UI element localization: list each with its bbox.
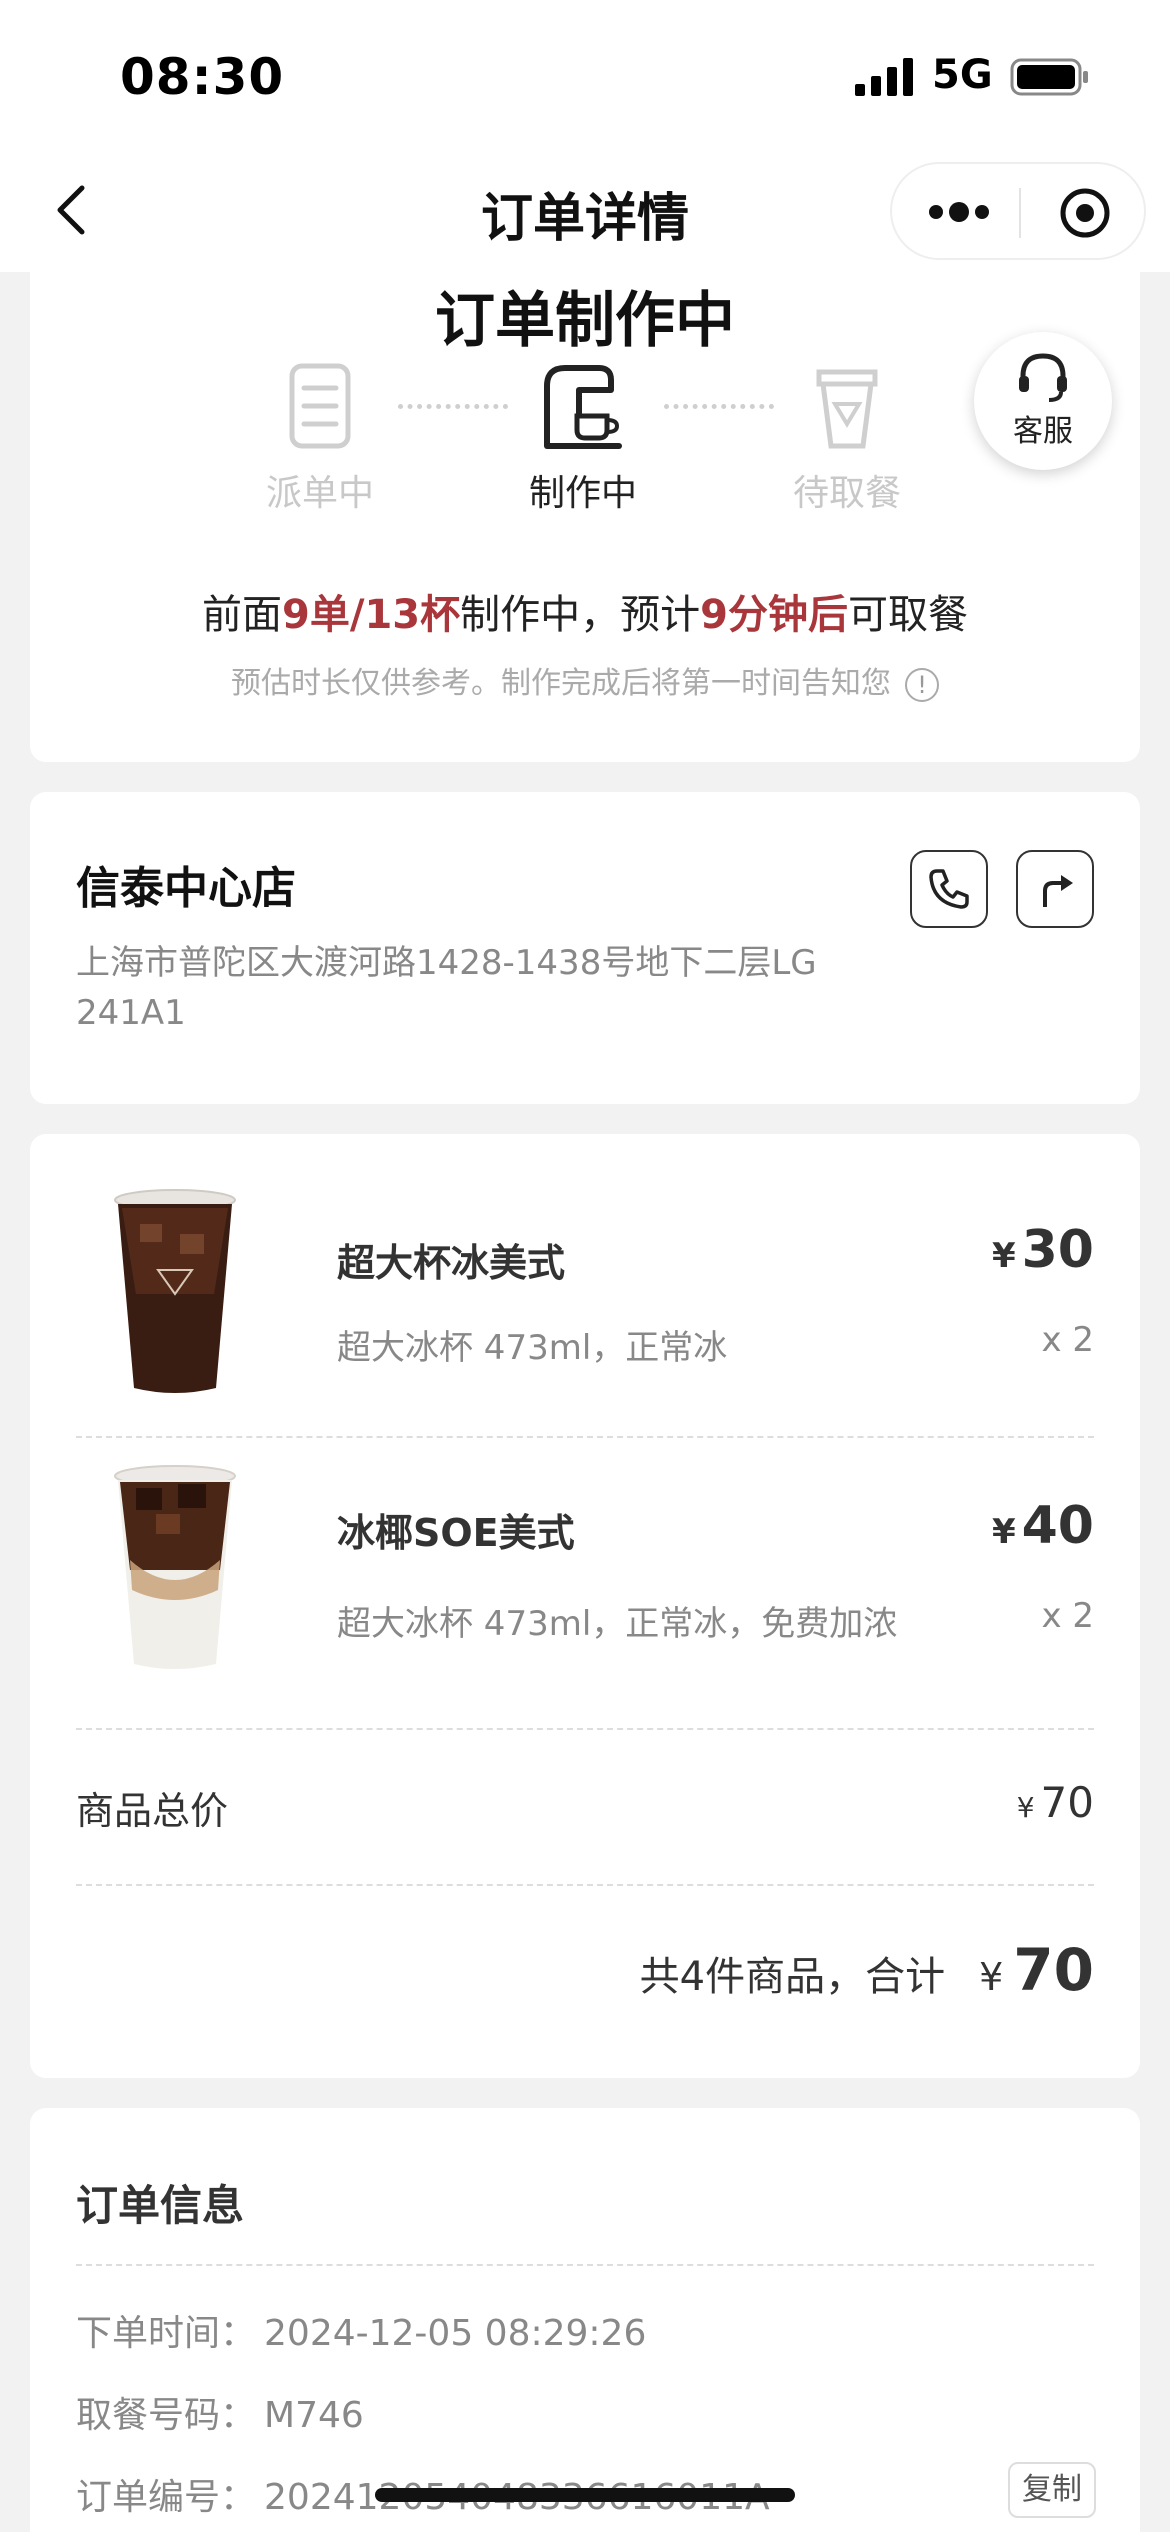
order-status-card: 订单制作中 派单中 制作中 待取餐 客服 前面9单/13杯制作中，预计9分钟后可… (30, 272, 1140, 762)
estimate-hint-text: 预估时长仅供参考。制作完成后将第一时间告知您 (231, 666, 891, 701)
item-currency: ¥ (991, 1236, 1016, 1276)
status-bar: 08:30 5G (0, 0, 1170, 150)
order-time-label: 下单时间： (76, 2313, 257, 2354)
navigation-icon (1043, 875, 1073, 907)
step-pickup: 待取餐 (747, 360, 947, 516)
iced-americano-image (114, 1189, 236, 1393)
step-label-pickup: 待取餐 (792, 473, 901, 514)
store-card: 信泰中心店 上海市普陀区大渡河路1428-1438号地下二层LG 241A1 (30, 792, 1140, 1104)
item-spec: 超大冰杯 473ml，正常冰，免费加浓 (337, 1604, 898, 1644)
nav-bar: 订单详情 (0, 150, 1170, 272)
item-price-value: 30 (1021, 1220, 1094, 1280)
status-time: 08:30 (120, 48, 285, 106)
network-label: 5G (932, 52, 993, 98)
divider (76, 1728, 1094, 1730)
subtotal-label: 商品总价 (76, 1789, 229, 1833)
info-icon[interactable]: ! (905, 667, 939, 702)
queue-count: 9单/13杯 (282, 592, 461, 638)
total-amount: 70 (1013, 1936, 1094, 2004)
item-qty: x 2 (1041, 1596, 1094, 1636)
step-dispatch: 派单中 (220, 360, 420, 516)
order-items-card: 超大杯冰美式 超大冰杯 473ml，正常冰 ¥30 x 2 冰椰SOE美式 超大… (30, 1134, 1140, 2078)
customer-service-label: 客服 (1013, 414, 1073, 449)
step-label-making: 制作中 (528, 473, 637, 514)
queue-prefix: 前面 (202, 592, 283, 638)
queue-status: 前面9单/13杯制作中，预计9分钟后可取餐 (30, 582, 1140, 640)
item-name: 超大杯冰美式 (337, 1241, 566, 1285)
subtotal-value: ¥70 (1017, 1778, 1094, 1827)
subtotal-currency: ¥ (1016, 1791, 1035, 1824)
store-name: 信泰中心店 (76, 863, 296, 914)
step-making: 制作中 (483, 360, 683, 516)
cup-icon (816, 369, 878, 449)
divider (76, 1884, 1094, 1886)
total-label: 共4件商品，合计 (639, 1954, 946, 2000)
coffee-machine-icon (544, 365, 622, 449)
divider (76, 2264, 1094, 2266)
navigate-store-button[interactable] (1016, 850, 1094, 928)
item-name: 冰椰SOE美式 (337, 1511, 575, 1555)
step-label-dispatch: 派单中 (265, 473, 374, 514)
divider (76, 1436, 1094, 1438)
more-icon[interactable] (926, 190, 992, 234)
battery-icon (1010, 58, 1088, 96)
coconut-americano-image (114, 1465, 236, 1669)
order-info-title: 订单信息 (76, 2181, 245, 2230)
list-item[interactable]: 冰椰SOE美式 超大冰杯 473ml，正常冰，免费加浓 ¥40 x 2 (30, 1460, 1140, 1730)
phone-icon (929, 869, 969, 909)
headset-icon (1019, 353, 1067, 402)
order-info-card: 订单信息 下单时间： 2024-12-05 08:29:26 取餐号码： M746 … (30, 2108, 1140, 2532)
order-time-row: 下单时间： 2024-12-05 08:29:26 (76, 2304, 646, 2356)
close-miniprogram-icon[interactable] (1058, 186, 1112, 240)
pickup-code-row: 取餐号码： M746 (76, 2386, 364, 2438)
call-store-button[interactable] (910, 850, 988, 928)
order-time-value: 2024-12-05 08:29:26 (264, 2313, 647, 2354)
queue-suffix: 可取餐 (847, 592, 968, 638)
estimate-hint: 预估时长仅供参考。制作完成后将第一时间告知您! (30, 658, 1140, 702)
pickup-code-label: 取餐号码： (76, 2395, 257, 2436)
store-address: 上海市普陀区大渡河路1428-1438号地下二层LG 241A1 (76, 943, 817, 1033)
item-price: ¥30 (992, 1220, 1094, 1280)
pickup-code-value: M746 (264, 2395, 364, 2436)
item-spec: 超大冰杯 473ml，正常冰 (337, 1328, 728, 1368)
item-qty: x 2 (1041, 1320, 1094, 1360)
item-price-value: 40 (1021, 1496, 1094, 1556)
subtotal-amount: 70 (1040, 1778, 1094, 1827)
miniprogram-capsule (890, 162, 1146, 260)
order-total: 共4件商品，合计 ¥70 (640, 1936, 1094, 2004)
queue-eta: 9分钟后 (700, 592, 848, 638)
queue-middle: 制作中，预计 (460, 592, 701, 638)
list-item[interactable]: 超大杯冰美式 超大冰杯 473ml，正常冰 ¥30 x 2 (30, 1184, 1140, 1454)
customer-service-button[interactable]: 客服 (974, 332, 1112, 470)
copy-order-number-button[interactable]: 复制 (1008, 2462, 1096, 2518)
order-list-icon (289, 363, 351, 449)
item-currency: ¥ (991, 1512, 1016, 1552)
total-currency: ¥ (979, 1955, 1004, 1999)
home-indicator[interactable] (375, 2488, 795, 2502)
item-price: ¥40 (992, 1496, 1094, 1556)
order-number-label: 订单编号： (76, 2477, 257, 2518)
capsule-divider (1019, 188, 1021, 238)
signal-icon (855, 58, 913, 96)
